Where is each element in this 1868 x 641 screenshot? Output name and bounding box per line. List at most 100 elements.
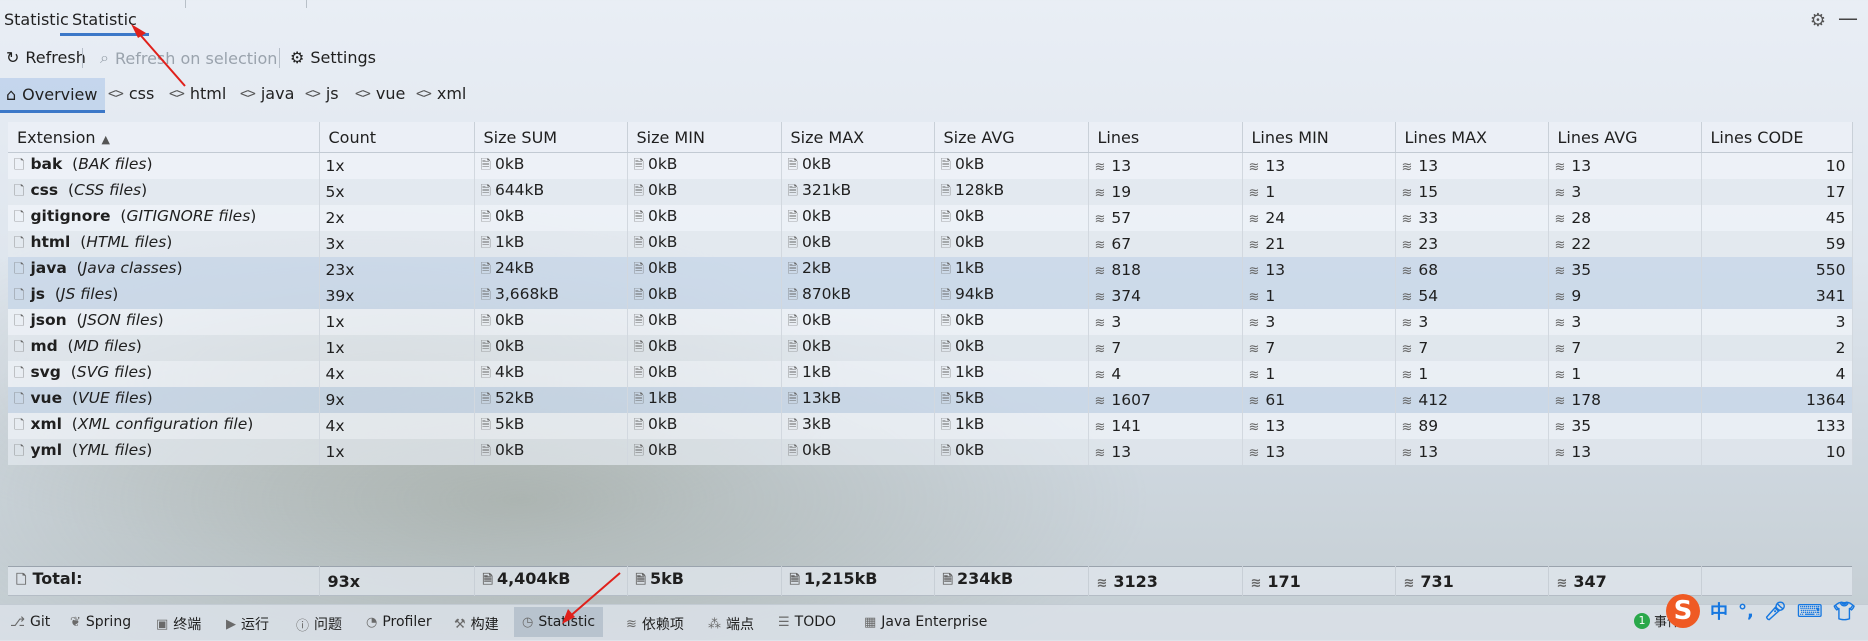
cell-lines-max: 1 (1418, 365, 1429, 383)
cell-lines: 7 (1111, 339, 1122, 357)
column-header-size-avg[interactable]: Size AVG (934, 122, 1089, 153)
tab-css-label: css (128, 84, 155, 103)
toolwindow-profiler[interactable]: ◔ Profiler (366, 614, 432, 630)
cell-lines-max: 13 (1418, 443, 1439, 461)
microphone-icon[interactable]: 🎤︎ (1764, 601, 1787, 622)
run-icon: ▶ (226, 616, 236, 632)
cell-lines-max: 7 (1418, 339, 1429, 357)
toolwindow-git[interactable]: ⎇ Git (10, 614, 50, 630)
tab-java[interactable]: <> java (240, 84, 294, 103)
column-header-size-sum[interactable]: Size SUM (474, 122, 628, 153)
tab-overview[interactable]: ⌂ Overview (0, 78, 106, 113)
layers-icon: ≋ (1554, 446, 1566, 461)
minimize-icon[interactable]: — (1838, 6, 1858, 30)
total-lines: 3123 (1113, 571, 1158, 591)
layers-icon: ≋ (1248, 238, 1260, 253)
refresh-on-selection-toggle[interactable]: ⌕ Refresh on selection (100, 48, 277, 68)
todo-list-icon: ☰ (778, 614, 790, 630)
tab-js-label: js (325, 84, 339, 103)
column-header-lines-max[interactable]: Lines MAX (1395, 122, 1549, 153)
column-header-size-max[interactable]: Size MAX (781, 122, 935, 153)
size-icon: 🗎 (787, 339, 798, 355)
column-header-lines-code[interactable]: Lines CODE (1701, 122, 1853, 153)
table-row[interactable]: 🗋 java (Java classes) 23x 🗎 24kB 🗎 0kB 🗎 2kB 🗎 1kB… (8, 257, 1853, 283)
refresh-button[interactable]: ↻ Refresh (6, 48, 86, 67)
cell-size-avg: 0kB (954, 336, 985, 355)
tab-xml[interactable]: <> xml (416, 84, 466, 103)
layers-icon: ≋ (1248, 290, 1260, 305)
code-icon: <> (240, 85, 256, 102)
tab-css[interactable]: <> css (108, 84, 154, 103)
cell-size-max: 0kB (801, 440, 832, 459)
layers-icon: ≋ (1401, 316, 1413, 331)
column-header-extension[interactable]: Extension ▲ (8, 122, 320, 153)
cell-lines-max: 23 (1418, 235, 1439, 253)
cell-size-min: 1kB (647, 388, 678, 407)
cell-size-avg: 128kB (954, 180, 1005, 199)
refresh-icon: ↻ (6, 48, 20, 67)
table-row[interactable]: 🗋 md (MD files) 1x 🗎 0kB 🗎 0kB 🗎 0kB 🗎 0kB ≋ 7 ≋ 7 ≋ 7 ≋ 7… (8, 335, 1853, 361)
table-row[interactable]: 🗋 js (JS files) 39x 🗎 3,668kB 🗎 0kB 🗎 870kB 🗎 94kB… (8, 283, 1853, 309)
toolwindow-endpoints[interactable]: ⁂ 端点 (708, 614, 754, 634)
table-row[interactable]: 🗋 gitignore (GITIGNORE files) 2x 🗎 0kB 🗎 0kB 🗎 0… (8, 205, 1853, 231)
cell-lines-avg: 35 (1571, 417, 1592, 435)
extension-desc-paren: ) (157, 310, 164, 329)
table-row[interactable]: 🗋 css (CSS files) 5x 🗎 644kB 🗎 0kB 🗎 321kB 🗎 128kB… (8, 179, 1853, 205)
tab-vue[interactable]: <> vue (355, 84, 405, 103)
toolwindow-todo[interactable]: ☰ TODO (778, 614, 836, 630)
cell-lines-avg: 35 (1571, 261, 1592, 279)
toolwindow-java-enterprise[interactable]: ▦ Java Enterprise (864, 614, 987, 630)
layers-icon: ≋ (1554, 264, 1566, 279)
size-icon: 🗎 (787, 313, 798, 329)
cell-size-avg: 0kB (954, 206, 985, 225)
total-label: Total: (32, 569, 83, 588)
toolwindow-dependencies[interactable]: ≋ 依赖项 (626, 614, 684, 634)
layers-icon: ≋ (1403, 575, 1415, 591)
toolwindow-problems[interactable]: ⓘ 问题 (296, 614, 342, 634)
table-row[interactable]: 🗋 vue (VUE files) 9x 🗎 52kB 🗎 1kB 🗎 13kB 🗎 5kB ≋ 160… (8, 387, 1853, 413)
table-row[interactable]: 🗋 json (JSON files) 1x 🗎 0kB 🗎 0kB 🗎 0kB 🗎 0kB ≋ 3 ≋ 3… (8, 309, 1853, 335)
table-row[interactable]: 🗋 bak (BAK files) 1x 🗎 0kB 🗎 0kB 🗎 0kB 🗎 0kB ≋ 13 ≋ 13… (8, 152, 1853, 179)
cell-lines: 3 (1111, 313, 1122, 331)
table-row[interactable]: 🗋 svg (SVG files) 4x 🗎 4kB 🗎 0kB 🗎 1kB 🗎 1kB ≋ 4 ≋ 1 ≋ 1… (8, 361, 1853, 387)
tab-js[interactable]: <> js (305, 84, 339, 103)
toolwindow-statistic[interactable]: ◷ Statistic (514, 607, 604, 637)
cell-lines-avg: 3 (1571, 313, 1582, 331)
cell-size-min: 0kB (647, 154, 678, 173)
tool-window-bar: ⎇ Git ❦ Spring ▣ 终端 ▶ 运行 ⓘ 问题 ◔ Profiler ⚒ 构建 ◷… (0, 604, 1868, 641)
gear-icon[interactable]: ⚙ (1810, 10, 1826, 31)
column-header-count[interactable]: Count (319, 122, 475, 153)
skin-shirt-icon[interactable]: 👕︎ (1833, 601, 1856, 622)
table-row[interactable]: 🗋 xml (XML configuration file) 4x 🗎 5kB 🗎 0kB 🗎… (8, 413, 1853, 439)
keyboard-icon[interactable]: ⌨ (1797, 601, 1823, 622)
layers-icon: ≋ (1094, 446, 1106, 461)
table-row[interactable]: 🗋 html (HTML files) 3x 🗎 1kB 🗎 0kB 🗎 0kB 🗎 0kB ≋ 67 ≋… (8, 231, 1853, 257)
cell-lines-avg: 1 (1571, 365, 1582, 383)
extension-description: Java classes (82, 258, 177, 277)
sogou-ime-logo[interactable]: S (1666, 594, 1700, 628)
column-header-lines[interactable]: Lines (1088, 122, 1243, 153)
size-icon: 🗎 (940, 157, 951, 173)
ime-language-toggle[interactable]: 中 (1710, 598, 1728, 624)
table-row[interactable]: 🗋 yml (YML files) 1x 🗎 0kB 🗎 0kB 🗎 0kB 🗎 0kB ≋ 13 ≋ 13… (8, 439, 1853, 465)
cell-lines-avg: 7 (1571, 339, 1582, 357)
layers-icon: ≋ (1554, 238, 1566, 253)
settings-button[interactable]: ⚙ Settings (290, 48, 376, 67)
cell-count: 1x (325, 339, 345, 357)
toolwindow-spring[interactable]: ❦ Spring (70, 614, 131, 630)
column-header-lines-avg[interactable]: Lines AVG (1548, 122, 1702, 153)
size-icon: 🗎 (940, 443, 951, 459)
toolwindow-build[interactable]: ⚒ 构建 (454, 614, 499, 634)
column-header-size-min[interactable]: Size MIN (627, 122, 782, 153)
tab-statistic-2[interactable]: Statistic (60, 10, 149, 36)
ime-punctuation-toggle[interactable]: °, (1738, 601, 1754, 622)
column-header-lines-min[interactable]: Lines MIN (1242, 122, 1396, 153)
cell-lines-code: 2 (1835, 339, 1846, 357)
extension-description: JS files (60, 284, 113, 303)
tab-html[interactable]: <> html (169, 84, 226, 103)
cell-size-max: 321kB (801, 180, 852, 199)
layers-icon: ≋ (1554, 290, 1566, 305)
toolwindow-terminal[interactable]: ▣ 终端 (156, 614, 201, 634)
toolwindow-run[interactable]: ▶ 运行 (226, 614, 269, 634)
build-hammer-icon: ⚒ (454, 616, 466, 632)
